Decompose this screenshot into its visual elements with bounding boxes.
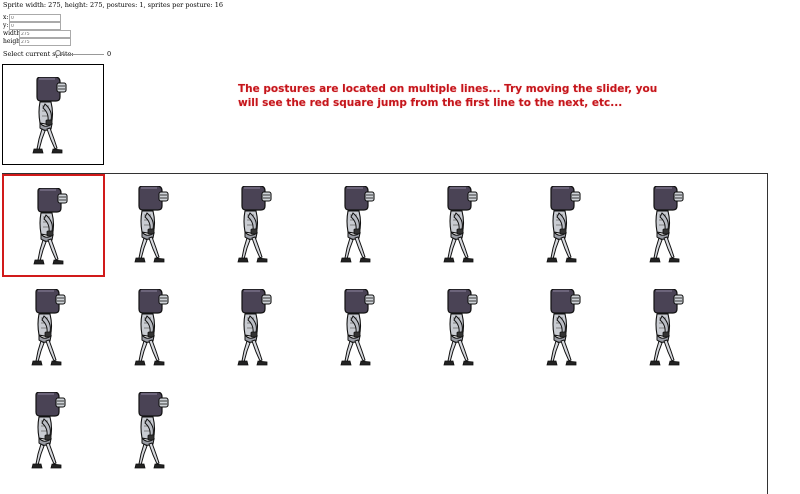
sprite-cell [105,277,208,380]
robot-sprite-icon [237,289,272,366]
instruction-message: The postures are located on multiple lin… [238,83,658,109]
sprite-cell [620,277,723,380]
height-field: height: [3,38,71,46]
robot-sprite-icon [546,186,581,263]
robot-sprite-icon [31,392,66,469]
robot-sprite-icon [134,392,169,469]
sprite-sheet [2,173,768,494]
sprite-cell [208,174,311,277]
robot-sprite-icon [340,186,375,263]
sprite-slider-row: Select current sprite: 0 [3,50,111,58]
robot-sprite-icon [33,188,68,265]
sprite-cell [2,277,105,380]
slider-value: 0 [107,50,112,58]
sprite-cell [2,380,105,483]
y-field: y: [3,22,61,30]
y-input[interactable] [9,22,61,30]
robot-sprite-icon [546,289,581,366]
width-input[interactable] [19,30,71,38]
x-field: x: [3,14,61,22]
sprite-cell [311,174,414,277]
sprite-cell [517,174,620,277]
robot-sprite-icon [649,289,684,366]
sprite-cell [208,277,311,380]
sprite-info-text: Sprite width: 275, height: 275, postures… [3,1,224,9]
sprite-slider-thumb[interactable] [55,50,61,56]
sprite-slider-track[interactable] [58,53,104,55]
robot-sprite-icon [443,289,478,366]
robot-sprite-icon [32,77,67,154]
robot-sprite-icon [31,289,66,366]
selected-sprite-cell [2,174,105,277]
sprite-cell [105,380,208,483]
robot-sprite-icon [340,289,375,366]
sprite-cell [105,174,208,277]
sprite-cell [620,174,723,277]
sprite-cell [414,174,517,277]
sprite-cell [517,277,620,380]
robot-sprite-icon [649,186,684,263]
robot-sprite-icon [237,186,272,263]
y-label: y: [3,22,9,29]
robot-sprite-icon [443,186,478,263]
width-field: width: [3,30,71,38]
current-sprite-preview [2,64,104,165]
height-input[interactable] [19,38,71,46]
x-input[interactable] [9,14,61,22]
robot-sprite-icon [134,289,169,366]
robot-sprite-icon [134,186,169,263]
x-label: x: [3,14,9,21]
sprite-cell [414,277,517,380]
sprite-cell [311,277,414,380]
